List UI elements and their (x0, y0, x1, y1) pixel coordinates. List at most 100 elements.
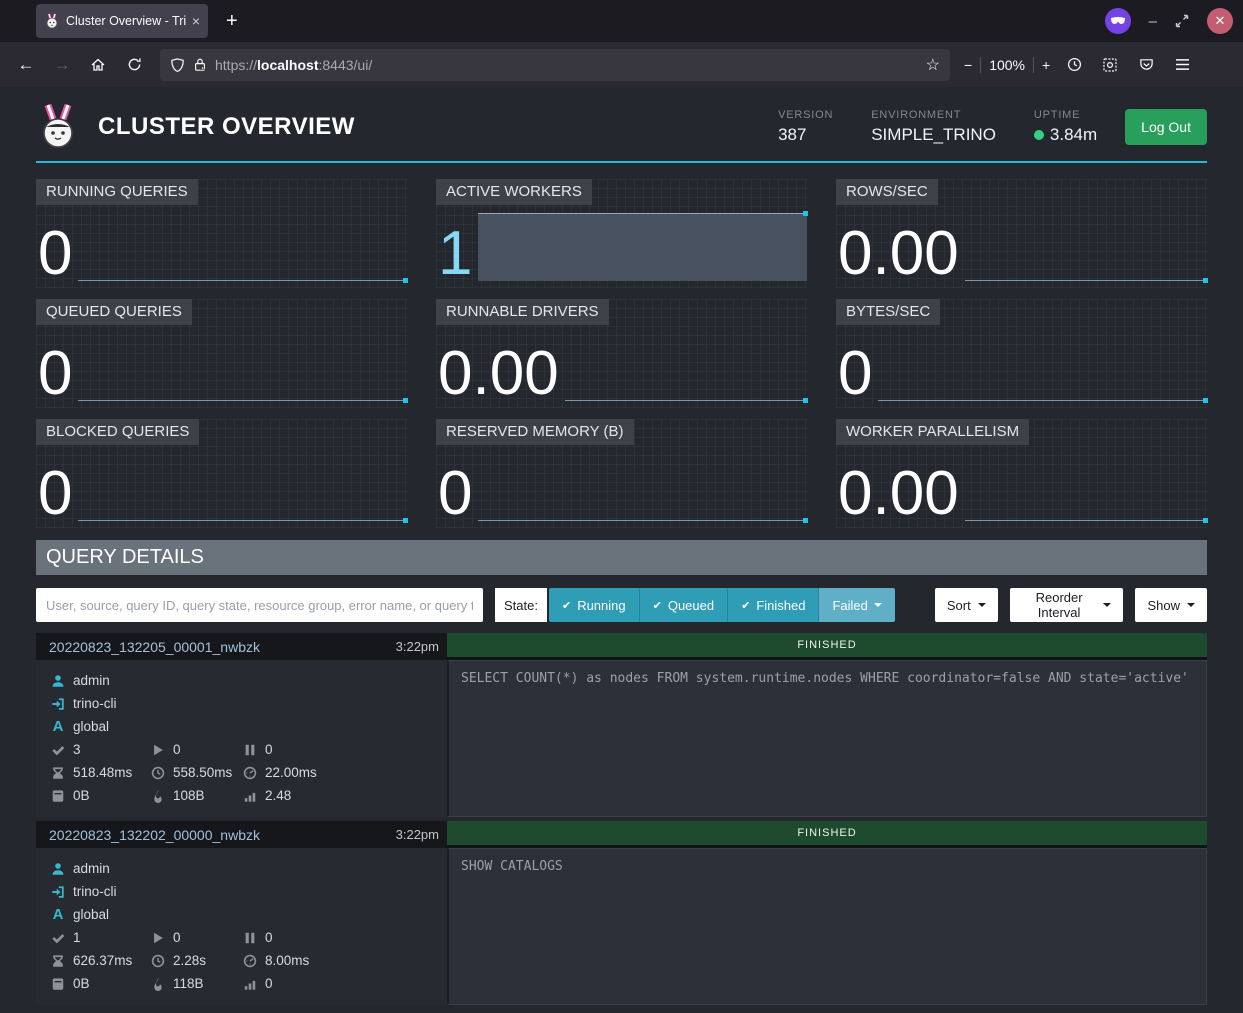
stat-value: 0 (836, 345, 878, 408)
pause-icon (243, 743, 257, 757)
chevron-down-icon (1103, 603, 1111, 607)
home-icon[interactable] (82, 49, 114, 81)
show-dropdown[interactable]: Show (1135, 588, 1207, 622)
gauge-icon (243, 954, 257, 968)
url-text[interactable]: https://localhost:8443/ui/ (215, 57, 918, 73)
back-icon[interactable]: ← (10, 49, 42, 81)
sparkline (965, 203, 1207, 281)
sparkline (478, 203, 807, 281)
state-label: State: (495, 588, 547, 622)
query-id-link[interactable]: 20220823_132202_00000_nwbzk (49, 827, 396, 843)
state-queued-button[interactable]: ✔ Queued (639, 588, 727, 622)
stat-label: ACTIVE WORKERS (436, 179, 592, 205)
stat-card-rows-sec: ROWS/SEC 0.00 (836, 179, 1207, 288)
sparkline (478, 443, 807, 521)
stat-value: 1 (436, 225, 478, 288)
query-id-link[interactable]: 20220823_132205_00001_nwbzk (49, 639, 396, 655)
menu-icon[interactable] (1166, 49, 1198, 81)
zoom-level[interactable]: 100% (989, 57, 1025, 73)
lock-icon[interactable] (193, 57, 207, 72)
history-clock-icon[interactable] (1058, 49, 1090, 81)
user-icon (51, 862, 65, 876)
stat-label: WORKER PARALLELISM (836, 419, 1029, 445)
parallelism: 2.48 (265, 788, 291, 803)
hourglass-icon (51, 954, 65, 968)
sparkline (965, 443, 1207, 521)
reorder-interval-dropdown[interactable]: Reorder Interval (1010, 588, 1124, 622)
stat-value: 0 (36, 225, 78, 288)
play-icon (151, 931, 165, 945)
uptime-info: UPTIME 3.84m (1034, 109, 1097, 145)
check-icon (51, 743, 65, 757)
tab-close-icon[interactable]: × (192, 13, 200, 29)
queued-splits: 0 (265, 930, 273, 945)
stat-label: RUNNABLE DRIVERS (436, 299, 609, 325)
restore-button[interactable] (1175, 14, 1189, 28)
logout-button[interactable]: Log Out (1125, 109, 1207, 145)
shield-icon[interactable] (170, 57, 185, 73)
check-icon (51, 931, 65, 945)
hourglass-icon (51, 766, 65, 780)
trino-logo (36, 103, 80, 151)
forward-icon[interactable]: → (46, 49, 78, 81)
new-tab-button[interactable]: + (226, 10, 238, 33)
state-finished-button[interactable]: ✔ Finished (727, 588, 818, 622)
screenshot-icon[interactable] (1094, 49, 1126, 81)
browser-tab[interactable]: Cluster Overview - Trino × (36, 4, 208, 38)
close-button[interactable]: ✕ (1207, 8, 1233, 34)
query-user: admin (73, 861, 110, 876)
sparkline (78, 443, 407, 521)
tab-title: Cluster Overview - Trino (66, 14, 186, 28)
app-header: CLUSTER OVERVIEW VERSION 387 ENVIRONMENT… (36, 87, 1207, 163)
query-time: 3:22pm (396, 827, 439, 842)
query-row: 20220823_132202_00000_nwbzk 3:22pm FINIS… (36, 821, 1207, 1005)
environment-value: SIMPLE_TRINO (871, 125, 996, 145)
reload-icon[interactable] (118, 49, 150, 81)
check-icon: ✔ (653, 599, 662, 612)
parallelism-icon (243, 789, 257, 803)
state-running-button[interactable]: ✔ Running (549, 588, 639, 622)
query-user: admin (73, 673, 110, 688)
flame-icon (151, 789, 165, 803)
minimize-button[interactable]: – (1149, 13, 1157, 30)
sparkline (565, 323, 807, 401)
zoom-out-button[interactable]: − (964, 57, 972, 73)
url-bar[interactable]: https://localhost:8443/ui/ ☆ (160, 49, 950, 81)
memory-icon (51, 789, 65, 803)
cumulative-memory: 118B (173, 976, 204, 991)
cpu-time: 8.00ms (265, 953, 309, 968)
stat-card-bytes-sec: BYTES/SEC 0 (836, 299, 1207, 408)
bookmark-star-icon[interactable]: ☆ (926, 55, 940, 75)
query-resource-group: global (73, 907, 109, 922)
gauge-icon (243, 766, 257, 780)
stat-card-runnable-drivers: RUNNABLE DRIVERS 0.00 (436, 299, 807, 408)
chevron-down-icon (978, 603, 986, 607)
pocket-icon[interactable] (1130, 49, 1162, 81)
page-title: CLUSTER OVERVIEW (98, 113, 778, 141)
clock-icon (151, 954, 165, 968)
state-filter-group: State: ✔ Running ✔ Queued ✔ Finished Fai… (495, 588, 895, 622)
memory-icon (51, 977, 65, 991)
user-icon (51, 674, 65, 688)
state-failed-dropdown[interactable]: Failed (818, 588, 894, 622)
version-label: VERSION (778, 109, 833, 121)
current-memory: 0B (73, 976, 90, 991)
zoom-in-button[interactable]: + (1042, 57, 1050, 73)
pause-icon (243, 931, 257, 945)
play-icon (151, 743, 165, 757)
current-memory: 0B (73, 788, 90, 803)
tab-bar: Cluster Overview - Trino × + – ✕ (0, 0, 1243, 42)
source-icon (51, 697, 65, 711)
sort-dropdown[interactable]: Sort (935, 588, 998, 622)
query-info-panel: admin trino-cli A global 3 0 (36, 660, 447, 817)
elapsed-time: 2.28s (173, 953, 206, 968)
elapsed-time: 558.50ms (173, 765, 232, 780)
parallelism: 0 (265, 976, 273, 991)
stat-label: RUNNING QUERIES (36, 179, 198, 205)
completed-splits: 3 (73, 742, 81, 757)
resource-group-icon: A (51, 906, 65, 923)
stat-card-running-queries: RUNNING QUERIES 0 (36, 179, 407, 288)
stat-label: QUEUED QUERIES (36, 299, 192, 325)
environment-label: ENVIRONMENT (871, 109, 996, 121)
search-input[interactable] (36, 588, 483, 622)
